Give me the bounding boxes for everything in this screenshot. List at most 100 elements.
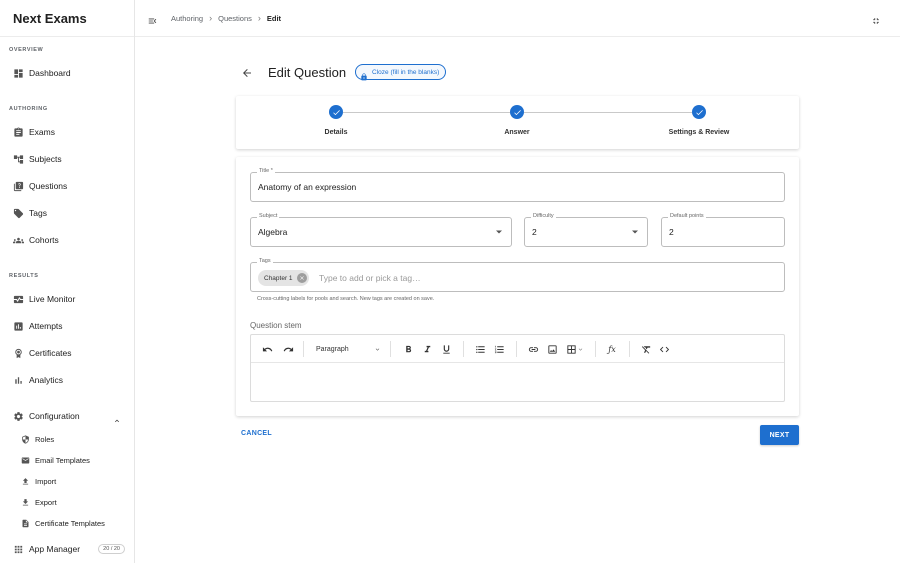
code-icon[interactable] xyxy=(658,343,670,355)
sidebar-item-certificates[interactable]: Certificates xyxy=(0,342,134,364)
shield-icon xyxy=(21,434,30,444)
numbered-list-icon[interactable] xyxy=(493,343,505,355)
step-label-details[interactable]: Details xyxy=(325,129,348,136)
title-field[interactable]: Title * Anatomy of an expression xyxy=(250,168,785,202)
sidebar-item-label: Live Monitor xyxy=(29,294,76,304)
formula-icon[interactable]: ƒx xyxy=(606,343,618,355)
menu-collapse-icon[interactable] xyxy=(147,13,158,24)
page-title: Edit Question xyxy=(268,64,347,80)
sidebar-item-cohorts[interactable]: Cohorts xyxy=(0,229,134,251)
sidebar: Next Exams OVERVIEW Dashboard AUTHORING … xyxy=(0,0,135,563)
table-icon[interactable] xyxy=(564,343,586,355)
breadcrumb: Authoring › Questions › Edit xyxy=(171,13,281,23)
question-stem-editor: Paragraph ƒx xyxy=(250,334,785,402)
next-button[interactable]: NEXT xyxy=(760,425,799,445)
tag-input[interactable] xyxy=(319,271,619,285)
step-label-settings-review[interactable]: Settings & Review xyxy=(669,129,730,136)
bar-chart-icon xyxy=(13,375,24,386)
question-stem-input[interactable] xyxy=(251,364,784,401)
question-type-chip: Cloze (fill in the blanks) xyxy=(355,64,447,81)
sidebar-item-analytics[interactable]: Analytics xyxy=(0,369,134,391)
tags-helper-text: Cross-cutting labels for pools and searc… xyxy=(257,296,435,302)
toolbar-divider xyxy=(303,341,304,357)
sidebar-item-export[interactable]: Export xyxy=(0,493,134,511)
gear-icon xyxy=(13,411,24,422)
link-icon[interactable] xyxy=(527,343,539,355)
tag-remove-icon[interactable] xyxy=(296,273,307,283)
sidebar-item-label: Export xyxy=(35,497,57,507)
sidebar-item-configuration[interactable]: Configuration xyxy=(0,405,134,427)
assessment-icon xyxy=(13,321,24,332)
breadcrumb-separator: › xyxy=(257,13,261,23)
breadcrumb-questions[interactable]: Questions xyxy=(218,14,252,23)
sidebar-item-email-templates[interactable]: Email Templates xyxy=(0,451,134,469)
tags-field[interactable]: Tags Chapter 1 xyxy=(250,258,785,292)
sidebar-item-label: Certificate Templates xyxy=(35,518,105,528)
bulleted-list-icon[interactable] xyxy=(474,343,486,355)
sidebar-item-app-manager[interactable]: App Manager 20 / 20 xyxy=(0,538,134,560)
bold-icon[interactable] xyxy=(402,343,414,355)
title-field-label: Title * xyxy=(257,168,275,174)
cancel-button[interactable]: CANCEL xyxy=(241,430,272,437)
groups-icon xyxy=(13,235,24,246)
sidebar-item-live-monitor[interactable]: Live Monitor xyxy=(0,288,134,310)
fullscreen-exit-icon[interactable] xyxy=(871,13,881,24)
step-3-check-icon[interactable] xyxy=(692,105,706,119)
difficulty-select[interactable]: Difficulty 2 xyxy=(524,213,648,247)
sidebar-item-label: Tags xyxy=(29,208,47,218)
italic-icon[interactable] xyxy=(421,343,433,355)
stepper: Details Answer Settings & Review xyxy=(236,96,799,149)
toolbar-divider xyxy=(629,341,630,357)
sidebar-item-label: Exams xyxy=(29,127,55,137)
sidebar-item-certificate-templates[interactable]: Certificate Templates xyxy=(0,514,134,532)
sidebar-item-label: Configuration xyxy=(29,411,80,421)
step-connector xyxy=(524,112,692,113)
sidebar-item-import[interactable]: Import xyxy=(0,472,134,490)
dropdown-caret-icon xyxy=(632,230,638,234)
sidebar-item-questions[interactable]: Questions xyxy=(0,175,134,197)
default-points-label: Default points xyxy=(668,213,706,219)
subject-select[interactable]: Subject Algebra xyxy=(250,213,512,247)
sidebar-item-tags[interactable]: Tags xyxy=(0,202,134,224)
default-points-value: 2 xyxy=(669,227,674,237)
sidebar-item-roles[interactable]: Roles xyxy=(0,430,134,448)
monitor-heart-icon xyxy=(13,294,24,305)
breadcrumb-separator: › xyxy=(209,13,213,23)
clear-formatting-icon[interactable] xyxy=(640,343,652,355)
sidebar-item-exams[interactable]: Exams xyxy=(0,121,134,143)
step-label-answer[interactable]: Answer xyxy=(504,129,529,136)
download-icon xyxy=(21,498,30,507)
breadcrumb-authoring[interactable]: Authoring xyxy=(171,14,203,23)
quiz-icon xyxy=(13,181,24,192)
sidebar-item-label: Email Templates xyxy=(35,455,90,465)
title-field-value: Anatomy of an expression xyxy=(258,182,357,192)
sidebar-item-dashboard[interactable]: Dashboard xyxy=(0,62,134,84)
question-stem-label: Question stem xyxy=(250,321,302,330)
tags-field-label: Tags xyxy=(257,258,273,264)
section-label-authoring: AUTHORING xyxy=(9,106,48,112)
difficulty-select-label: Difficulty xyxy=(531,213,556,219)
undo-icon[interactable] xyxy=(261,343,273,355)
sidebar-item-label: Roles xyxy=(35,434,55,444)
image-icon[interactable] xyxy=(546,343,558,355)
step-1-check-icon[interactable] xyxy=(329,105,343,119)
underline-icon[interactable] xyxy=(440,343,452,355)
redo-icon[interactable] xyxy=(282,343,294,355)
page-header: Edit Question Cloze (fill in the blanks) xyxy=(241,62,447,82)
lock-icon xyxy=(360,68,368,81)
back-arrow-icon[interactable] xyxy=(241,66,253,78)
chevron-up-icon xyxy=(113,412,121,423)
tag-icon xyxy=(13,208,24,219)
paragraph-style-select[interactable]: Paragraph xyxy=(310,343,384,356)
apps-grid-icon xyxy=(13,544,24,555)
sidebar-item-attempts[interactable]: Attempts xyxy=(0,315,134,337)
sidebar-item-label: App Manager xyxy=(29,544,81,554)
step-2-check-icon[interactable] xyxy=(510,105,524,119)
app-title: Next Exams xyxy=(0,0,134,37)
subject-select-value: Algebra xyxy=(258,227,288,237)
breadcrumb-current: Edit xyxy=(266,13,282,23)
sidebar-item-subjects[interactable]: Subjects xyxy=(0,148,134,170)
editor-toolbar: Paragraph ƒx xyxy=(251,335,784,363)
default-points-field[interactable]: Default points 2 xyxy=(661,213,785,247)
sidebar-item-label: Subjects xyxy=(29,154,62,164)
